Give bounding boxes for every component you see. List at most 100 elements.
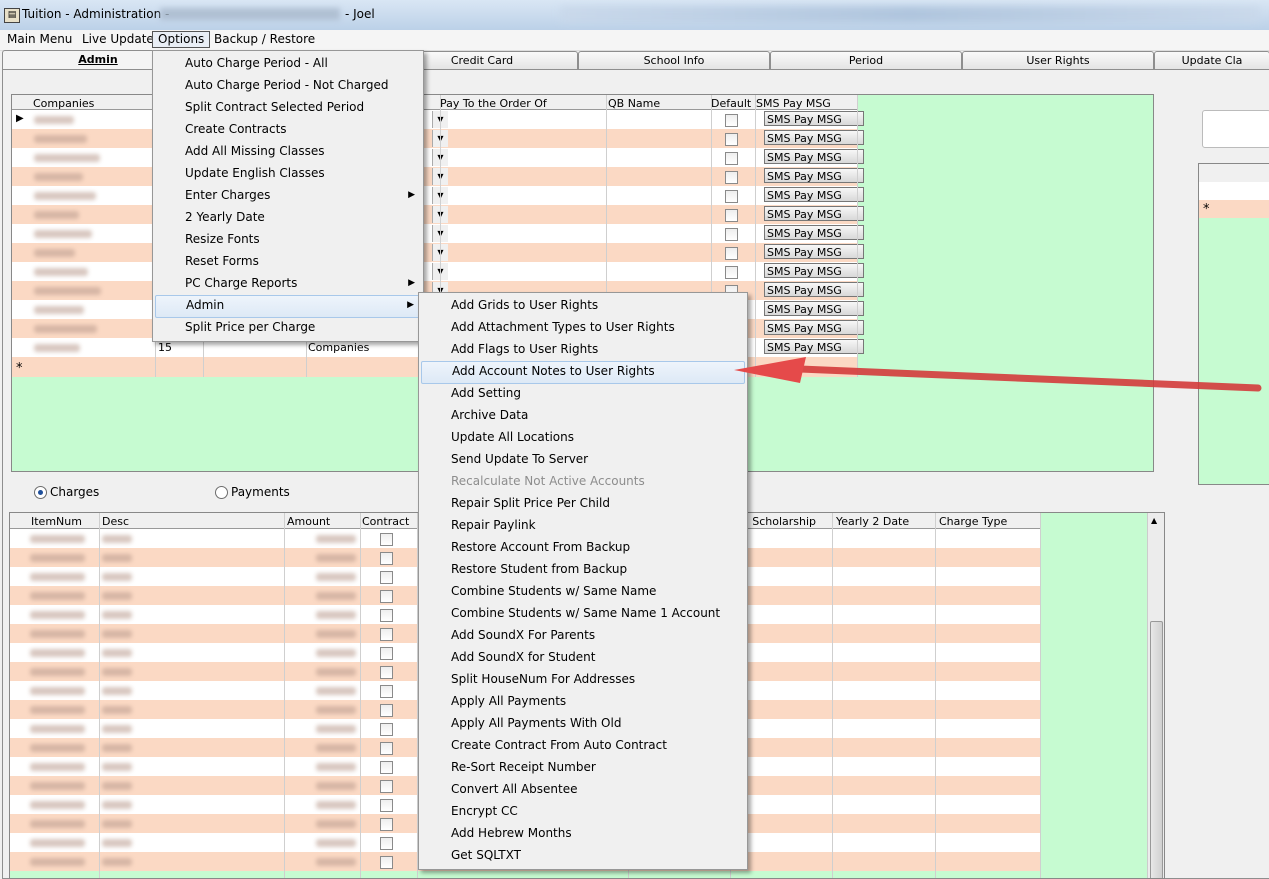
col-charge-type[interactable]: Charge Type xyxy=(939,515,1007,528)
admin-menu-item-add-attachment-types-to-user-rights[interactable]: Add Attachment Types to User Rights xyxy=(421,317,745,338)
admin-menu-item-combine-students-w-same-name[interactable]: Combine Students w/ Same Name xyxy=(421,581,745,602)
menu-backup-restore[interactable]: Backup / Restore xyxy=(209,32,320,47)
col-amount[interactable]: Amount xyxy=(287,515,330,528)
tab-period[interactable]: Period xyxy=(770,51,962,69)
contract-checkbox[interactable] xyxy=(380,628,393,641)
default-checkbox[interactable] xyxy=(725,266,738,279)
admin-menu-item-apply-all-payments[interactable]: Apply All Payments xyxy=(421,691,745,712)
contract-checkbox[interactable] xyxy=(380,856,393,869)
sms-pay-msg-button[interactable]: SMS Pay MSG xyxy=(764,339,864,354)
right-grid-row[interactable] xyxy=(1199,182,1269,200)
contract-checkbox[interactable] xyxy=(380,761,393,774)
sms-pay-msg-button[interactable]: SMS Pay MSG xyxy=(764,282,864,297)
contract-checkbox[interactable] xyxy=(380,799,393,812)
admin-menu-item-encrypt-cc[interactable]: Encrypt CC xyxy=(421,801,745,822)
charges-scrollbar[interactable]: ▲ xyxy=(1147,513,1164,878)
admin-menu-item-repair-split-price-per-child[interactable]: Repair Split Price Per Child xyxy=(421,493,745,514)
admin-menu-item-convert-all-absentee[interactable]: Convert All Absentee xyxy=(421,779,745,800)
options-menu-item-admin[interactable]: Admin ▶ xyxy=(155,295,421,318)
sms-pay-msg-button[interactable]: SMS Pay MSG xyxy=(764,206,864,221)
options-menu-item-2-yearly-date[interactable]: 2 Yearly Date xyxy=(155,207,421,228)
sms-pay-msg-button[interactable]: SMS Pay MSG xyxy=(764,301,864,316)
admin-menu-item-update-all-locations[interactable]: Update All Locations xyxy=(421,427,745,448)
admin-menu-item-add-setting[interactable]: Add Setting xyxy=(421,383,745,404)
contract-checkbox[interactable] xyxy=(380,704,393,717)
contract-checkbox[interactable] xyxy=(380,590,393,603)
scroll-up-icon[interactable]: ▲ xyxy=(1151,516,1157,525)
tab-update-classes[interactable]: Update Cla xyxy=(1154,51,1269,69)
col-pay-to[interactable]: Pay To the Order Of xyxy=(440,97,547,110)
options-menu-item-split-price-per-charge[interactable]: Split Price per Charge xyxy=(155,317,421,338)
menu-options[interactable]: Options xyxy=(152,31,211,48)
contract-checkbox[interactable] xyxy=(380,818,393,831)
sms-pay-msg-button[interactable]: SMS Pay MSG xyxy=(764,130,864,145)
contract-checkbox[interactable] xyxy=(380,571,393,584)
options-menu-item-auto-charge-period-all[interactable]: Auto Charge Period - All xyxy=(155,53,421,74)
admin-menu-item-restore-account-from-backup[interactable]: Restore Account From Backup xyxy=(421,537,745,558)
default-checkbox[interactable] xyxy=(725,247,738,260)
options-menu-item-reset-forms[interactable]: Reset Forms xyxy=(155,251,421,272)
admin-menu-item-create-contract-from-auto-contract[interactable]: Create Contract From Auto Contract xyxy=(421,735,745,756)
sms-pay-msg-button[interactable]: SMS Pay MSG xyxy=(764,168,864,183)
admin-menu-item-archive-data[interactable]: Archive Data xyxy=(421,405,745,426)
contract-checkbox[interactable] xyxy=(380,742,393,755)
col-default[interactable]: Default xyxy=(711,97,751,110)
default-checkbox[interactable] xyxy=(725,209,738,222)
admin-menu-item-split-housenum-for-addresses[interactable]: Split HouseNum For Addresses xyxy=(421,669,745,690)
sms-pay-msg-button[interactable]: SMS Pay MSG xyxy=(764,263,864,278)
options-menu-item-split-contract-selected-period[interactable]: Split Contract Selected Period xyxy=(155,97,421,118)
options-menu-item-auto-charge-period-not-charged[interactable]: Auto Charge Period - Not Charged xyxy=(155,75,421,96)
sms-pay-msg-button[interactable]: SMS Pay MSG xyxy=(764,244,864,259)
admin-menu-item-apply-all-payments-with-old[interactable]: Apply All Payments With Old xyxy=(421,713,745,734)
menu-live-update[interactable]: Live Update xyxy=(77,32,159,47)
tab-user-rights[interactable]: User Rights xyxy=(962,51,1154,69)
admin-menu-item-get-sqltxt[interactable]: Get SQLTXT xyxy=(421,845,745,866)
options-menu-item-update-english-classes[interactable]: Update English Classes xyxy=(155,163,421,184)
default-checkbox[interactable] xyxy=(725,190,738,203)
sms-pay-msg-button[interactable]: SMS Pay MSG xyxy=(764,225,864,240)
default-checkbox[interactable] xyxy=(725,133,738,146)
admin-menu-item-add-hebrew-months[interactable]: Add Hebrew Months xyxy=(421,823,745,844)
scroll-thumb[interactable] xyxy=(1150,621,1163,878)
contract-checkbox[interactable] xyxy=(380,552,393,565)
options-menu-item-resize-fonts[interactable]: Resize Fonts xyxy=(155,229,421,250)
col-scholarship[interactable]: m Scholarship xyxy=(738,515,816,528)
options-menu-item-pc-charge-reports[interactable]: PC Charge Reports ▶ xyxy=(155,273,421,294)
sms-pay-msg-button[interactable]: SMS Pay MSG xyxy=(764,111,864,126)
payments-radio[interactable] xyxy=(215,486,228,499)
admin-menu-item-combine-students-w-same-name-1-account[interactable]: Combine Students w/ Same Name 1 Account xyxy=(421,603,745,624)
contract-checkbox[interactable] xyxy=(380,685,393,698)
admin-menu-item-add-flags-to-user-rights[interactable]: Add Flags to User Rights xyxy=(421,339,745,360)
admin-menu-item-add-account-notes-to-user-rights[interactable]: Add Account Notes to User Rights xyxy=(421,361,745,384)
col-contract[interactable]: Contract xyxy=(362,515,409,528)
options-menu-item-create-contracts[interactable]: Create Contracts xyxy=(155,119,421,140)
sms-pay-msg-button[interactable]: SMS Pay MSG xyxy=(764,187,864,202)
admin-menu-item-add-soundx-for-student[interactable]: Add SoundX for Student xyxy=(421,647,745,668)
default-checkbox[interactable] xyxy=(725,228,738,241)
menu-main[interactable]: Main Menu xyxy=(2,32,77,47)
sms-pay-msg-button[interactable]: SMS Pay MSG xyxy=(764,149,864,164)
default-checkbox[interactable] xyxy=(725,114,738,127)
admin-menu-item-send-update-to-server[interactable]: Send Update To Server xyxy=(421,449,745,470)
admin-menu-item-repair-paylink[interactable]: Repair Paylink xyxy=(421,515,745,536)
default-checkbox[interactable] xyxy=(725,152,738,165)
col-qb-name[interactable]: QB Name xyxy=(608,97,660,110)
col-companies[interactable]: Companies xyxy=(33,97,94,110)
admin-menu-item-add-soundx-for-parents[interactable]: Add SoundX For Parents xyxy=(421,625,745,646)
col-yearly-2-date[interactable]: Yearly 2 Date xyxy=(836,515,909,528)
col-sms-pay-msg[interactable]: SMS Pay MSG xyxy=(756,97,831,110)
contract-checkbox[interactable] xyxy=(380,723,393,736)
default-checkbox[interactable] xyxy=(725,171,738,184)
tab-school-info[interactable]: School Info xyxy=(578,51,770,69)
options-menu-item-enter-charges[interactable]: Enter Charges ▶ xyxy=(155,185,421,206)
col-desc[interactable]: Desc xyxy=(102,515,129,528)
contract-checkbox[interactable] xyxy=(380,647,393,660)
charges-radio[interactable] xyxy=(34,486,47,499)
admin-menu-item-add-grids-to-user-rights[interactable]: Add Grids to User Rights xyxy=(421,295,745,316)
admin-menu-item-restore-student-from-backup[interactable]: Restore Student from Backup xyxy=(421,559,745,580)
admin-menu-item-re-sort-receipt-number[interactable]: Re-Sort Receipt Number xyxy=(421,757,745,778)
sms-pay-msg-button[interactable]: SMS Pay MSG xyxy=(764,320,864,335)
contract-checkbox[interactable] xyxy=(380,837,393,850)
contract-checkbox[interactable] xyxy=(380,780,393,793)
right-panel-box[interactable] xyxy=(1202,110,1269,148)
